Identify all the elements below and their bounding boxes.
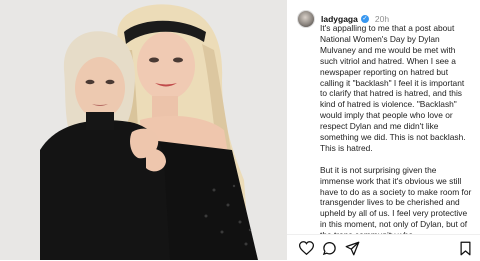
- action-bar: [287, 234, 480, 261]
- caption-text: It's appalling to me that a post about N…: [320, 23, 472, 252]
- heart-icon[interactable]: [298, 240, 314, 256]
- bookmark-icon[interactable]: [457, 240, 473, 256]
- caption-panel: ladygaga ✓ 20h It's appalling to me that…: [287, 0, 480, 261]
- caption-paragraph-2: But it is not surprising given the immen…: [320, 164, 472, 240]
- post-photo: [0, 0, 287, 260]
- avatar[interactable]: [297, 10, 315, 28]
- paper-plane-icon[interactable]: [344, 240, 360, 256]
- caption-paragraph-1: It's appalling to me that a post about N…: [320, 23, 466, 153]
- comment-icon[interactable]: [321, 240, 337, 256]
- verified-badge-icon: ✓: [360, 15, 369, 23]
